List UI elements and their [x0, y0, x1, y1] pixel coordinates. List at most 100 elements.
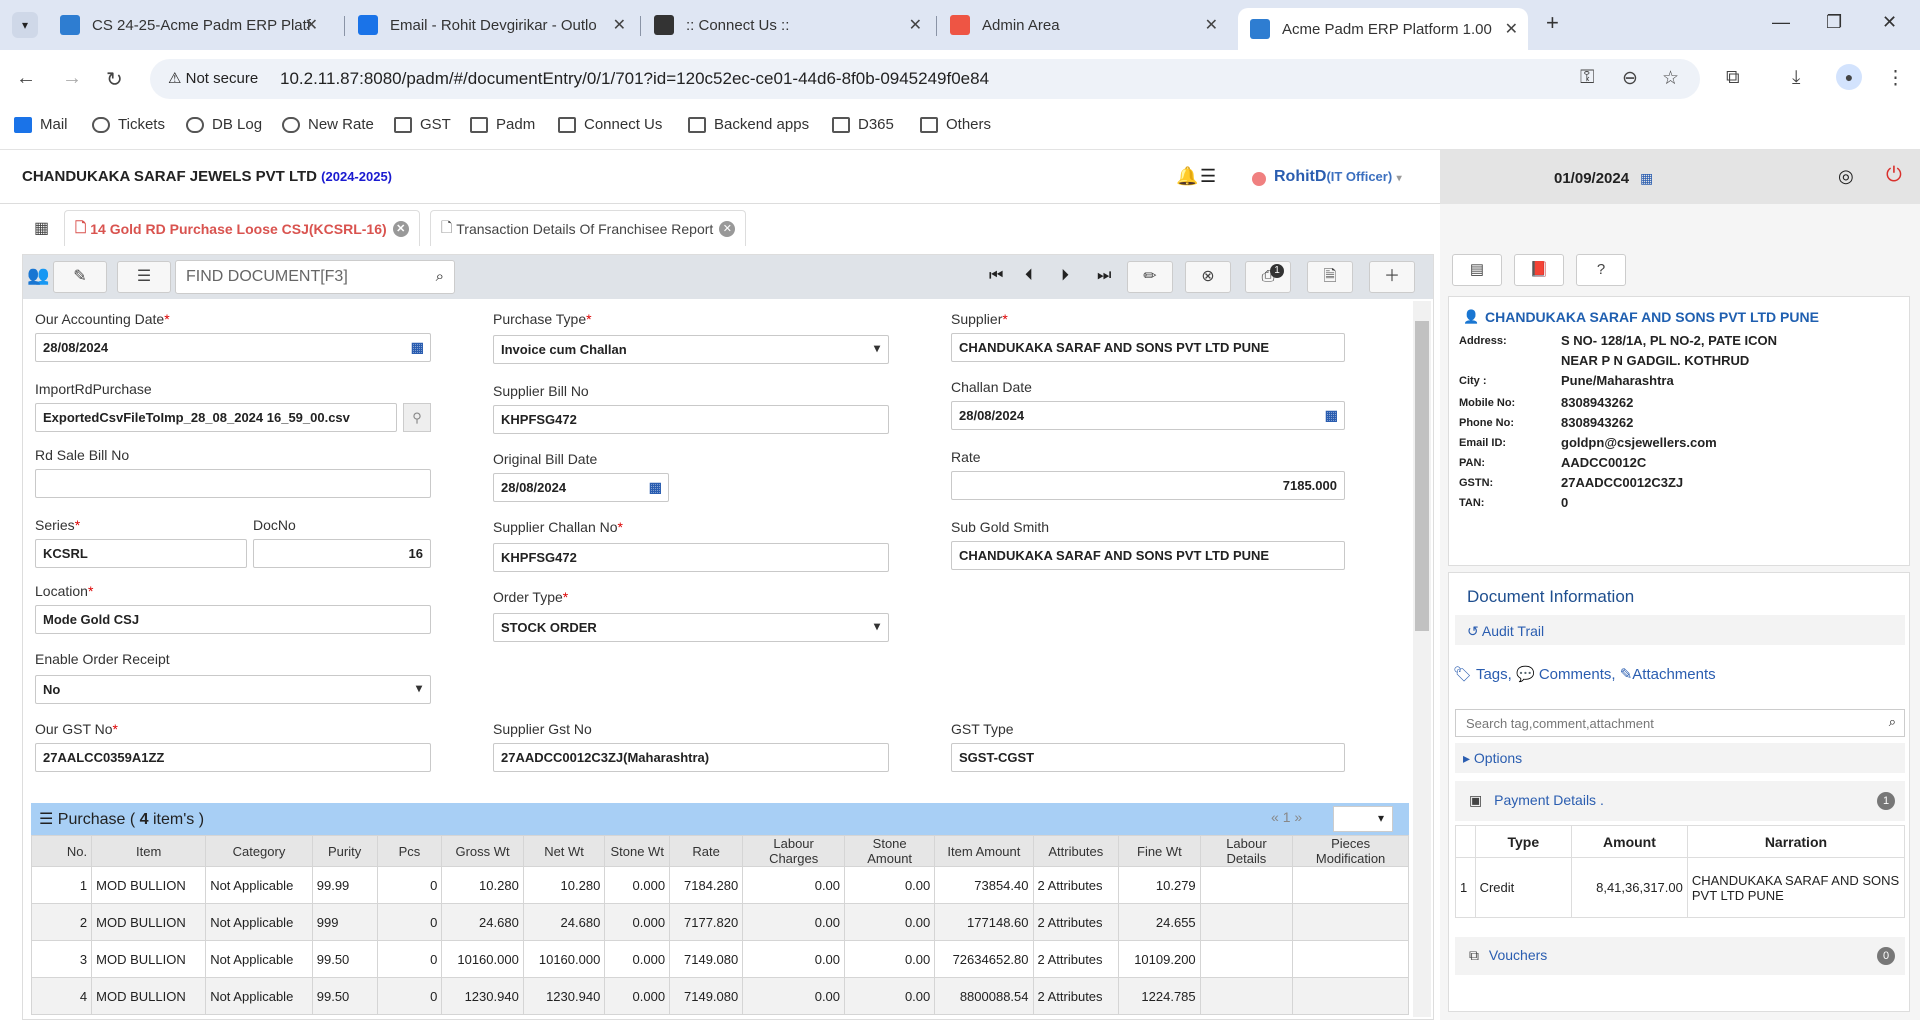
table-row[interactable]: 4 MOD BULLION Not Applicable 99.50 0 1230.940…: [30, 977, 1409, 1015]
table-row[interactable]: 2 MOD BULLION Not Applicable 999 0 24.680 24.6…: [30, 903, 1409, 941]
supplier-field[interactable]: CHANDUKAKA SARAF AND SONS PVT LTD PUNE: [951, 333, 1345, 362]
column-header[interactable]: Attributes: [1032, 835, 1120, 867]
minimize-button[interactable]: —: [1772, 12, 1790, 33]
grid-pager[interactable]: « 1 »: [1271, 809, 1302, 825]
rate-field[interactable]: 7185.000: [951, 471, 1345, 500]
help-button[interactable]: ?: [1576, 254, 1626, 286]
sub-gold-smith-field[interactable]: CHANDUKAKA SARAF AND SONS PVT LTD PUNE: [951, 541, 1345, 570]
tag-search-input[interactable]: Search tag,comment,attachment ⌕: [1455, 709, 1905, 737]
reload-icon[interactable]: ↻: [106, 67, 123, 92]
supplier-name[interactable]: CHANDUKAKA SARAF AND SONS PVT LTD PUNE: [1485, 309, 1819, 325]
list-menu-icon[interactable]: ☰: [1200, 166, 1216, 187]
details-panel-button[interactable]: ▤: [1452, 254, 1502, 286]
supplier-gst-field[interactable]: 27AADCC0012C3ZJ(Maharashtra): [493, 743, 889, 772]
first-record-icon[interactable]: ⏮: [989, 267, 1003, 285]
close-tab-icon[interactable]: ✕: [1205, 15, 1218, 35]
omnibox[interactable]: ⚠ Not secure 10.2.11.87:8080/padm/#/docu…: [150, 59, 1700, 99]
next-record-icon[interactable]: ⏵: [1061, 267, 1069, 285]
table-row[interactable]: 3 MOD BULLION Not Applicable 99.50 0 10160.00…: [30, 940, 1409, 978]
gst-type-field[interactable]: SGST-CGST: [951, 743, 1345, 772]
calendar-icon[interactable]: ▦: [1325, 407, 1338, 424]
vouchers-header[interactable]: ⧉ Vouchers 0: [1455, 937, 1905, 975]
calendar-icon[interactable]: ▦: [649, 479, 662, 496]
column-header[interactable]: Gross Wt: [441, 835, 524, 867]
bookmark-connect-us[interactable]: Connect Us: [558, 116, 662, 133]
previous-record-icon[interactable]: ⏴: [1025, 267, 1033, 285]
payment-row[interactable]: 1 Credit 8,41,36,317.00 CHANDUKAKA SARAF AN…: [1455, 857, 1906, 918]
new-tab-button[interactable]: +: [1546, 10, 1559, 36]
tags-link[interactable]: Tags,: [1476, 666, 1512, 683]
edit-button[interactable]: ✎: [53, 261, 107, 293]
browser-tab-3[interactable]: :: Connect Us :: ✕: [642, 8, 932, 42]
doc-tab-gold-purchase[interactable]: 🗋 14 Gold RD Purchase Loose CSJ(KCSRL-16)…: [64, 210, 420, 246]
column-header[interactable]: Labour Details: [1199, 835, 1294, 867]
orig-bill-date-field[interactable]: 28/08/2024 ▦: [493, 473, 669, 502]
column-header[interactable]: Item Amount: [934, 835, 1034, 867]
doc-tab-franchisee-report[interactable]: 🗋 Transaction Details Of Franchisee Repor…: [430, 210, 747, 246]
browser-tab-2[interactable]: Email - Rohit Devgirikar - Outlo ✕: [346, 8, 636, 42]
profile-avatar[interactable]: ●: [1836, 64, 1862, 90]
column-header[interactable]: Item: [91, 835, 207, 867]
edit-pencil-button[interactable]: ✏: [1127, 261, 1173, 293]
bookmark-mail[interactable]: Mail: [14, 116, 68, 133]
accounting-date-field[interactable]: 28/08/2024 ▦: [35, 333, 431, 362]
scrollbar-thumb[interactable]: [1415, 321, 1429, 631]
search-icon[interactable]: ⌕: [1889, 714, 1896, 730]
print-button[interactable]: ⎙ 1: [1245, 261, 1291, 293]
column-header[interactable]: No.: [30, 835, 93, 867]
column-header[interactable]: Stone Wt: [604, 835, 671, 867]
column-header[interactable]: Fine Wt: [1118, 835, 1201, 867]
add-new-button[interactable]: ＋: [1369, 261, 1415, 293]
attach-paperclip-icon[interactable]: ⚲: [403, 403, 431, 432]
docno-field[interactable]: 16: [253, 539, 431, 568]
current-date[interactable]: 01/09/2024: [1554, 170, 1629, 187]
our-gst-field[interactable]: 27AALCC0359A1ZZ: [35, 743, 431, 772]
close-tab-icon[interactable]: ✕: [719, 220, 736, 237]
browser-tab-5-active[interactable]: Acme Padm ERP Platform 1.00 : ✕: [1238, 8, 1528, 50]
audit-trail-link[interactable]: ↺ Audit Trail: [1455, 615, 1905, 645]
column-header[interactable]: Pieces Modification: [1292, 835, 1409, 867]
series-field[interactable]: KCSRL: [35, 539, 247, 568]
browser-tab-4[interactable]: Admin Area ✕: [938, 8, 1228, 42]
close-tab-icon[interactable]: ✕: [305, 15, 318, 35]
bookmark-star-icon[interactable]: ☆: [1662, 67, 1679, 90]
power-icon[interactable]: ⏻: [1886, 164, 1902, 187]
restore-button[interactable]: ❐: [1826, 12, 1842, 33]
close-tab-icon[interactable]: ✕: [909, 15, 922, 35]
column-header[interactable]: Rate: [669, 835, 744, 867]
menu-kebab-icon[interactable]: ⋮: [1886, 67, 1905, 90]
cancel-document-button[interactable]: ⊗: [1185, 261, 1231, 293]
browser-tab-1[interactable]: CS 24-25-Acme Padm ERP Platf ✕: [48, 8, 328, 42]
payment-details-header[interactable]: ▣ Payment Details .1: [1455, 781, 1905, 821]
url-text[interactable]: 10.2.11.87:8080/padm/#/documentEntry/0/1…: [280, 69, 989, 89]
supplier-bill-field[interactable]: KHPFSG472: [493, 405, 889, 434]
challan-date-field[interactable]: 28/08/2024 ▦: [951, 401, 1345, 430]
table-row[interactable]: 1 MOD BULLION Not Applicable 99.99 0 10.280 10…: [30, 866, 1409, 904]
bookmark-new-rate[interactable]: New Rate: [282, 116, 374, 133]
comments-link[interactable]: Comments,: [1539, 666, 1616, 683]
bookmark-tickets[interactable]: Tickets: [92, 116, 165, 133]
user-menu[interactable]: RohitD(IT Officer) ▾: [1274, 168, 1402, 186]
supplier-challan-field[interactable]: KHPFSG472: [493, 543, 889, 572]
find-document-input[interactable]: FIND DOCUMENT[F3] ⌕: [175, 260, 455, 294]
grid-menu-icon[interactable]: ▦: [34, 218, 49, 238]
column-header[interactable]: Pcs: [376, 835, 443, 867]
bookmark-d365[interactable]: D365: [832, 116, 894, 133]
column-header[interactable]: Labour Charges: [742, 835, 846, 867]
bookmark-others[interactable]: Others: [920, 116, 991, 133]
download-icon[interactable]: ⤓: [1792, 67, 1800, 89]
purchase-type-select[interactable]: Invoice cum Challan ▾: [493, 335, 889, 364]
close-tab-icon[interactable]: ✕: [613, 15, 626, 35]
back-icon[interactable]: ←: [16, 67, 36, 90]
bookmark-padm[interactable]: Padm: [470, 116, 535, 133]
column-header[interactable]: Stone Amount: [844, 835, 936, 867]
bookmark-db-log[interactable]: DB Log: [186, 116, 262, 133]
list-view-button[interactable]: ☰: [117, 261, 171, 293]
enable-order-select[interactable]: No ▾: [35, 675, 431, 704]
column-header[interactable]: Purity: [311, 835, 378, 867]
bell-icon[interactable]: 🔔: [1176, 166, 1198, 187]
form-scrollbar[interactable]: [1413, 301, 1431, 1017]
hide-eye-icon[interactable]: ◎: [1838, 166, 1854, 187]
attachments-link[interactable]: Attachments: [1632, 666, 1715, 683]
users-icon[interactable]: 👥: [27, 265, 49, 286]
